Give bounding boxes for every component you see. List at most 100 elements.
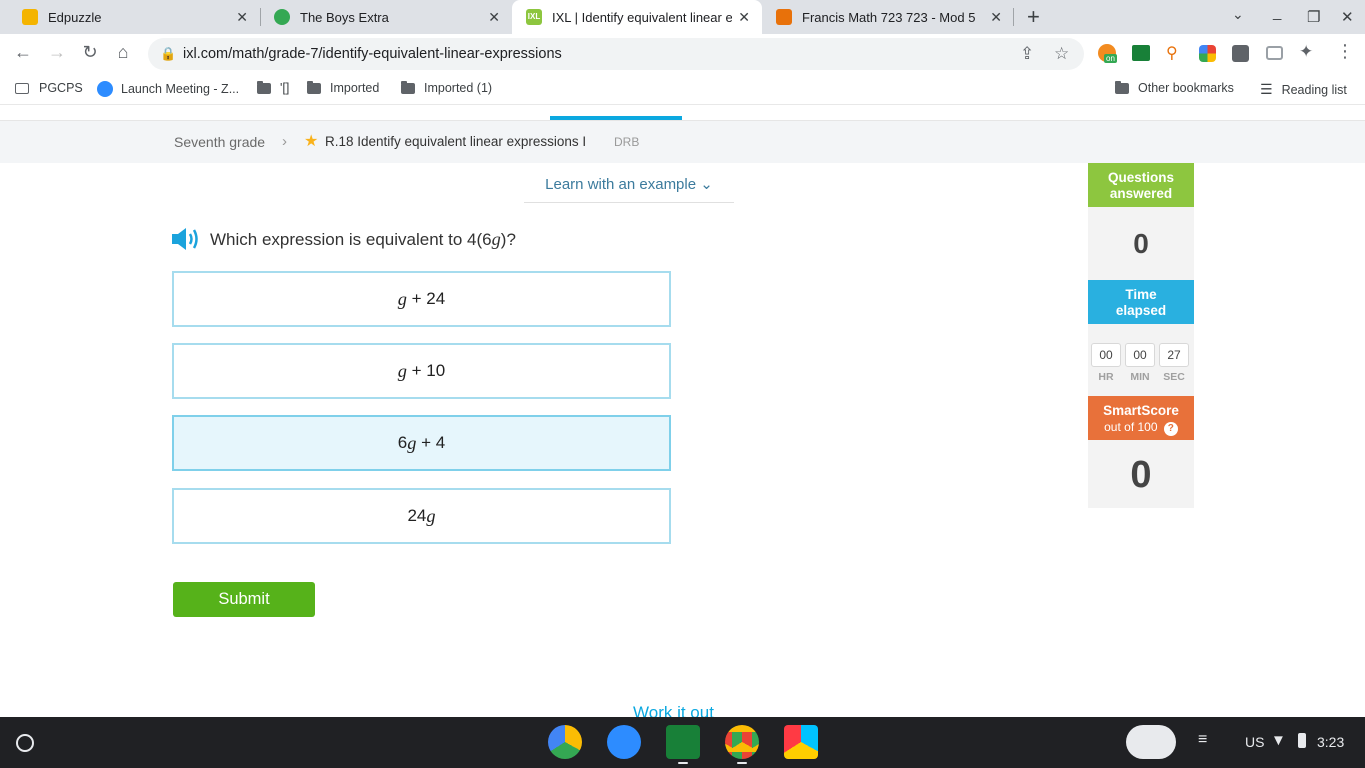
bookmark-label: Imported xyxy=(330,81,380,95)
time-label: Time xyxy=(1125,287,1157,302)
reading-list-icon: ☰ xyxy=(1260,81,1273,97)
tab-francis-math[interactable]: Francis Math 723 723 - Mod 5 ✕ xyxy=(762,0,1014,34)
choice-coef: 24 xyxy=(407,506,427,525)
ime-indicator[interactable]: US xyxy=(1245,734,1264,750)
other-bookmarks[interactable]: Other bookmarks xyxy=(1115,80,1234,95)
os-shelf: ≡ US ▼ 3:23 xyxy=(0,717,1365,768)
launcher-icon[interactable] xyxy=(16,734,34,752)
new-tab-icon[interactable]: + xyxy=(1027,4,1040,30)
cast-ext-icon[interactable] xyxy=(1266,46,1283,60)
classroom-ext-icon[interactable] xyxy=(1132,45,1150,61)
answer-choice-4[interactable]: 24 g xyxy=(172,488,671,544)
question-text: Which expression is equivalent to 4(6g)? xyxy=(210,229,516,250)
home-icon[interactable]: ⌂ xyxy=(112,42,134,63)
wifi-icon[interactable]: ▼ xyxy=(1271,732,1286,749)
drive-icon[interactable] xyxy=(548,725,582,759)
zoom-app-icon[interactable] xyxy=(607,725,641,759)
bookmark-label: Other bookmarks xyxy=(1138,81,1234,95)
questions-answered-header: Questions answered xyxy=(1088,163,1194,207)
profile-ext-icon[interactable] xyxy=(1232,45,1249,62)
bookmark-label: PGCPS xyxy=(39,81,83,95)
back-icon[interactable]: ← xyxy=(12,42,34,63)
extension-on-icon[interactable]: on xyxy=(1098,44,1117,63)
bookmark-star-icon[interactable]: ☆ xyxy=(1054,44,1069,64)
tab-edpuzzle[interactable]: Edpuzzle ✕ xyxy=(8,0,260,34)
folder-icon xyxy=(401,80,415,94)
tote-icon[interactable]: ≡ xyxy=(1198,731,1207,749)
skill-code: DRB xyxy=(614,135,640,149)
submit-button[interactable]: Submit xyxy=(173,582,315,617)
active-nav-underline xyxy=(550,116,682,120)
answer-choice-2[interactable]: g + 10 xyxy=(172,343,671,399)
tab-title: Francis Math 723 723 - Mod 5 xyxy=(802,9,976,25)
zoom-icon xyxy=(97,81,113,97)
restore-icon[interactable]: ❐ xyxy=(1307,8,1320,26)
close-icon[interactable]: ✕ xyxy=(488,9,500,26)
browser-tab-strip: Edpuzzle ✕ The Boys Extra ✕ IXL IXL | Id… xyxy=(0,0,1365,34)
smartscore-label: SmartScore xyxy=(1103,403,1179,418)
help-icon[interactable]: ? xyxy=(1163,422,1178,436)
tab-title: IXL | Identify equivalent linear ex xyxy=(552,9,732,25)
phone-hub-icon[interactable] xyxy=(1126,725,1176,759)
learn-label: Learn with an example xyxy=(545,176,697,193)
bookmark-label: Launch Meeting - Z... xyxy=(121,82,240,96)
choice-rest: + 10 xyxy=(406,361,446,380)
share-icon[interactable]: ⇪ xyxy=(1020,44,1034,64)
choice-coef: 6 xyxy=(397,433,408,452)
breadcrumb-skill: R.18 Identify equivalent linear expressi… xyxy=(325,134,587,149)
answered-label: answered xyxy=(1109,186,1173,201)
smartscore-header: SmartScore out of 100 ? xyxy=(1088,396,1194,440)
tab-title: Edpuzzle xyxy=(48,9,102,25)
address-bar[interactable]: 🔒 ixl.com/math/grade-7/identify-equivale… xyxy=(148,38,1084,70)
bookmark-page-icon xyxy=(15,82,29,94)
reload-icon[interactable]: ↻ xyxy=(79,42,101,63)
clock[interactable]: 3:23 xyxy=(1317,734,1344,750)
apps-ext-icon[interactable] xyxy=(1199,45,1216,62)
close-icon[interactable]: ✕ xyxy=(738,9,750,26)
answer-choice-3[interactable]: 6g + 4 xyxy=(172,415,671,471)
bookmark-label: Reading list xyxy=(1281,82,1347,97)
choice-rest: + 24 xyxy=(406,289,446,308)
bookmark-pgcps[interactable]: PGCPS xyxy=(15,81,83,95)
bookmark-folder-1[interactable]: '[] xyxy=(257,80,290,95)
ext-figure-icon[interactable]: ⚲ xyxy=(1166,43,1178,63)
chrome-icon[interactable] xyxy=(725,725,759,759)
close-icon[interactable]: ✕ xyxy=(236,9,248,26)
choice-var: g xyxy=(397,360,407,381)
timer-sec-label: SEC xyxy=(1163,371,1185,383)
bookmark-launch-meeting[interactable]: Launch Meeting - Z... xyxy=(97,81,239,97)
bookmarks-bar: PGCPS Launch Meeting - Z... '[] Imported… xyxy=(0,72,1365,105)
forward-icon[interactable]: → xyxy=(46,42,68,63)
folder-icon xyxy=(1115,80,1129,94)
breadcrumb-grade[interactable]: Seventh grade xyxy=(174,134,265,150)
bookmark-imported[interactable]: Imported xyxy=(307,80,380,95)
question-variable: g xyxy=(491,229,501,249)
tab-the-boys-extra[interactable]: The Boys Extra ✕ xyxy=(260,0,512,34)
browser-toolbar: ← → ↻ ⌂ 🔒 ixl.com/math/grade-7/identify-… xyxy=(0,34,1365,72)
bookmark-label: Imported (1) xyxy=(424,81,493,95)
menu-kebab-icon[interactable]: ⋮ xyxy=(1336,41,1354,62)
answer-choice-1[interactable]: g + 24 xyxy=(172,271,671,327)
tab-ixl[interactable]: IXL IXL | Identify equivalent linear ex … xyxy=(512,0,762,34)
question-prefix: Which expression is equivalent to 4(6 xyxy=(210,230,492,249)
timer-hours: 00 xyxy=(1091,343,1121,367)
learn-with-example-link[interactable]: Learn with an example ⌄ xyxy=(524,171,734,203)
minimize-icon[interactable]: _ xyxy=(1273,4,1281,21)
battery-icon[interactable] xyxy=(1298,733,1306,748)
close-window-icon[interactable]: ✕ xyxy=(1341,8,1354,26)
extensions-puzzle-icon[interactable]: ✦ xyxy=(1299,42,1313,62)
classroom-icon xyxy=(776,9,792,25)
chevron-right-icon: › xyxy=(282,133,287,150)
close-icon[interactable]: ✕ xyxy=(990,9,1002,26)
questions-answered-value: 0 xyxy=(1088,207,1194,280)
bookmark-imported-1[interactable]: Imported (1) xyxy=(401,80,493,95)
speaker-icon[interactable] xyxy=(170,226,202,252)
bookmark-label: '[] xyxy=(280,81,290,95)
reading-list[interactable]: ☰ Reading list xyxy=(1260,81,1347,98)
lock-icon[interactable]: 🔒 xyxy=(160,46,176,62)
tab-search-icon[interactable]: ⌄ xyxy=(1232,6,1244,23)
tab-title: The Boys Extra xyxy=(300,9,389,25)
play-store-icon[interactable] xyxy=(784,725,818,759)
classroom-app-icon[interactable] xyxy=(666,725,700,759)
url-text: ixl.com/math/grade-7/identify-equivalent… xyxy=(183,46,562,62)
